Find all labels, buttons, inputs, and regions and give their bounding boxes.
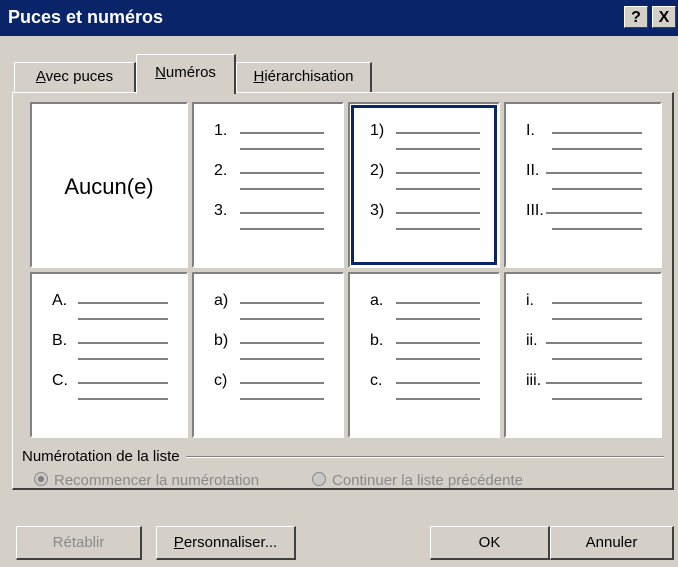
placeholder-line bbox=[240, 148, 324, 150]
placeholder-line bbox=[546, 382, 642, 384]
customize-label: ersonnaliser... bbox=[183, 534, 278, 551]
numbering-style-1[interactable]: 1. 2. 3. bbox=[192, 102, 344, 268]
tab-numeros-label: uméros bbox=[165, 64, 216, 81]
restart-numbering-label: Recommencer la numérotation bbox=[54, 472, 260, 489]
style-2-marker: 3) bbox=[370, 202, 385, 219]
placeholder-line bbox=[396, 342, 480, 344]
placeholder-line bbox=[552, 398, 642, 400]
placeholder-line bbox=[240, 342, 324, 344]
customize-button[interactable]: Personnaliser... bbox=[156, 526, 296, 560]
style-none-label: Aucun(e) bbox=[64, 174, 154, 199]
placeholder-line bbox=[396, 148, 480, 150]
placeholder-line bbox=[240, 212, 324, 214]
placeholder-line bbox=[396, 318, 480, 320]
placeholder-line bbox=[78, 358, 168, 360]
placeholder-line bbox=[240, 188, 324, 190]
help-button[interactable]: ? bbox=[624, 6, 648, 28]
customize-accel: P bbox=[173, 534, 184, 551]
tab-avec-puces-accel: A bbox=[35, 68, 46, 85]
placeholder-line bbox=[240, 318, 324, 320]
style-1-marker: 1. bbox=[214, 122, 228, 139]
style-7-marker: iii. bbox=[526, 372, 542, 389]
placeholder-line bbox=[552, 358, 642, 360]
reset-button[interactable]: Rétablir bbox=[16, 526, 142, 560]
placeholder-line bbox=[396, 398, 480, 400]
placeholder-line bbox=[240, 228, 324, 230]
placeholder-line bbox=[78, 342, 168, 344]
placeholder-line bbox=[552, 318, 642, 320]
style-3-marker: II. bbox=[526, 162, 540, 179]
placeholder-line bbox=[78, 302, 168, 304]
style-4-marker: A. bbox=[52, 292, 68, 309]
style-2-marker: 2) bbox=[370, 162, 385, 179]
placeholder-line bbox=[240, 172, 324, 174]
continue-radio-dot bbox=[312, 472, 326, 486]
style-4-marker: B. bbox=[52, 332, 68, 349]
placeholder-line bbox=[396, 302, 480, 304]
placeholder-line bbox=[396, 382, 480, 384]
style-6-marker: b. bbox=[370, 332, 384, 349]
tab-avec-puces-label: vec puces bbox=[45, 68, 114, 85]
style-none[interactable]: Aucun(e) bbox=[30, 102, 188, 268]
style-4-marker: C. bbox=[52, 372, 68, 389]
placeholder-line bbox=[552, 132, 642, 134]
restart-numbering-radio[interactable]: Recommencer la numérotation bbox=[34, 472, 259, 489]
placeholder-line bbox=[546, 212, 642, 214]
style-3-marker: I. bbox=[526, 122, 535, 139]
style-6-marker: c. bbox=[370, 372, 383, 389]
placeholder-line bbox=[240, 132, 324, 134]
placeholder-line bbox=[546, 342, 642, 344]
placeholder-line bbox=[396, 188, 480, 190]
placeholder-line bbox=[546, 172, 642, 174]
placeholder-line bbox=[396, 228, 480, 230]
style-3-marker: III. bbox=[526, 202, 544, 219]
placeholder-line bbox=[396, 212, 480, 214]
tab-avec-puces[interactable]: Avec puces bbox=[14, 62, 136, 92]
placeholder-line bbox=[78, 318, 168, 320]
style-1-marker: 2. bbox=[214, 162, 228, 179]
numbering-style-7[interactable]: i. ii. iii. bbox=[504, 272, 662, 438]
style-2-marker: 1) bbox=[370, 122, 385, 139]
cancel-button[interactable]: Annuler bbox=[550, 526, 674, 560]
window-title: Puces et numéros bbox=[8, 7, 164, 27]
placeholder-line bbox=[552, 188, 642, 190]
placeholder-line bbox=[78, 382, 168, 384]
placeholder-line bbox=[396, 358, 480, 360]
placeholder-line bbox=[552, 228, 642, 230]
style-5-marker: c) bbox=[214, 372, 228, 389]
style-1-marker: 3. bbox=[214, 202, 228, 219]
style-6-marker: a. bbox=[370, 292, 384, 309]
style-5-marker: a) bbox=[214, 292, 229, 309]
continue-list-radio[interactable]: Continuer la liste précédente bbox=[312, 472, 523, 489]
placeholder-line bbox=[240, 302, 324, 304]
placeholder-line bbox=[78, 398, 168, 400]
restart-radio-dot bbox=[34, 472, 48, 486]
placeholder-line bbox=[240, 398, 324, 400]
numbering-style-6[interactable]: a. b. c. bbox=[348, 272, 500, 438]
numbering-style-2[interactable]: 1) 2) 3) bbox=[348, 102, 500, 268]
bullets-numbering-dialog: Puces et numéros ? X Avec puces Numéros … bbox=[0, 0, 678, 567]
placeholder-line bbox=[552, 148, 642, 150]
numbering-style-3[interactable]: I. II. III. bbox=[504, 102, 662, 268]
tab-hierarchisation-label: iérarchisation bbox=[264, 68, 354, 85]
numbering-style-5[interactable]: a) b) c) bbox=[192, 272, 344, 438]
style-7-marker: ii. bbox=[526, 332, 538, 349]
continue-list-label: Continuer la liste précédente bbox=[332, 472, 523, 489]
close-button[interactable]: X bbox=[652, 6, 676, 28]
ok-button[interactable]: OK bbox=[430, 526, 550, 560]
tab-numeros-accel: N bbox=[155, 64, 166, 81]
tab-hierarchisation-accel: H bbox=[253, 68, 265, 85]
tab-numeros[interactable]: Numéros bbox=[136, 54, 236, 94]
tab-hierarchisation[interactable]: Hiérarchisation bbox=[236, 62, 372, 92]
placeholder-line bbox=[396, 172, 480, 174]
placeholder-line bbox=[396, 132, 480, 134]
style-5-marker: b) bbox=[214, 332, 229, 349]
placeholder-line bbox=[552, 302, 642, 304]
placeholder-line bbox=[240, 382, 324, 384]
placeholder-line bbox=[240, 358, 324, 360]
list-numbering-label: Numérotation de la liste bbox=[22, 448, 186, 465]
numbering-style-4[interactable]: A. B. C. bbox=[30, 272, 188, 438]
title-bar[interactable]: Puces et numéros ? X bbox=[0, 0, 678, 36]
style-7-marker: i. bbox=[526, 292, 534, 309]
